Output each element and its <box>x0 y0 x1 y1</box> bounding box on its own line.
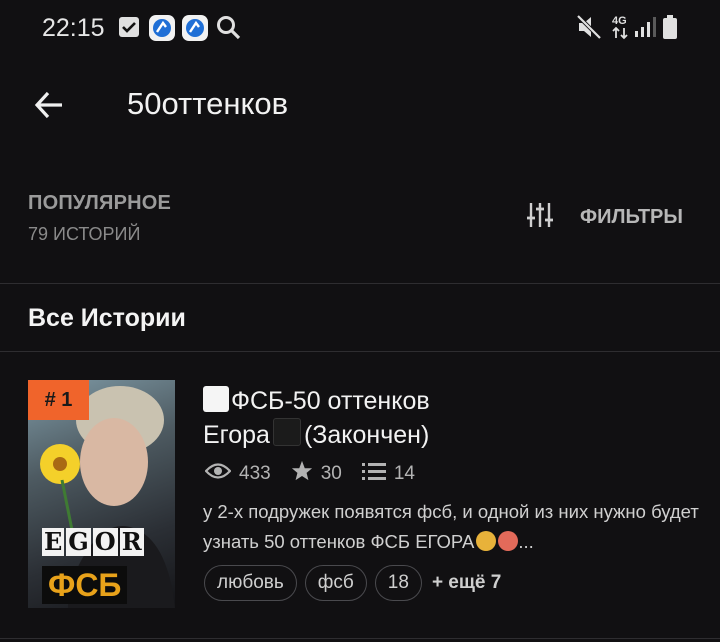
story-cover-image: # 1 E G O R ФСБ <box>28 380 175 608</box>
cover-letter: G <box>66 527 91 556</box>
search-query-title[interactable]: 50оттенков <box>127 86 288 122</box>
app-icon <box>181 14 209 47</box>
star-icon <box>291 460 321 488</box>
story-stats: 433 30 14 <box>204 460 435 488</box>
reads-stat: 433 <box>204 461 271 487</box>
flushed-emoji-icon <box>498 531 519 551</box>
rank-badge: # 1 <box>28 380 89 420</box>
story-title[interactable]: ФСБ-50 оттенков Егора (Закончен) <box>203 384 683 452</box>
story-title-text: (Закончен) <box>303 421 430 449</box>
app-icon <box>148 14 176 47</box>
sort-selector[interactable]: ПОПУЛЯРНОЕ 79 ИСТОРИЙ <box>28 192 171 245</box>
thinking-emoji-icon <box>476 531 497 551</box>
app-bar: 50оттенков <box>0 64 720 148</box>
tag-chip[interactable]: 18 <box>374 565 422 601</box>
story-description: у 2-х подружек появятся фсб, и одной из … <box>203 497 703 557</box>
svg-text:4G: 4G <box>612 15 627 27</box>
checkbox-notification-icon <box>118 16 140 43</box>
story-card[interactable]: # 1 E G O R ФСБ ФСБ-50 оттенков Егора (Зак… <box>0 352 720 632</box>
black-square-icon <box>272 418 301 446</box>
divider <box>0 283 720 284</box>
list-icon <box>361 461 394 487</box>
cover-letter: E <box>42 527 65 556</box>
story-title-text: ФСБ-50 оттенков <box>231 387 430 415</box>
cover-letter: O <box>92 527 118 556</box>
white-square-icon <box>203 386 229 412</box>
cover-title-letters: E G O R <box>42 528 144 556</box>
section-title: Все Истории <box>28 304 186 332</box>
filters-label: ФИЛЬТРЫ <box>580 205 683 228</box>
back-button[interactable] <box>22 80 76 134</box>
sort-label: ПОПУЛЯРНОЕ <box>28 192 172 214</box>
story-description-text: у 2-х подружек появятся фсб, и одной из … <box>203 501 699 552</box>
more-tags-link[interactable]: + ещё 7 <box>432 572 501 594</box>
tag-list: любовь фсб 18 + ещё 7 <box>204 565 501 601</box>
parts-stat: 14 <box>361 461 415 487</box>
parts-count: 14 <box>393 463 415 484</box>
sliders-icon <box>526 201 554 234</box>
status-time: 22:15 <box>42 14 105 42</box>
divider <box>0 638 720 639</box>
network-4g-icon: 4G <box>611 12 631 47</box>
signal-icon <box>634 16 656 43</box>
reads-count: 433 <box>239 463 271 484</box>
status-bar: 22:15 4G <box>0 0 720 56</box>
eye-icon <box>204 461 239 487</box>
cover-letter: R <box>119 527 144 556</box>
arrow-left-icon <box>34 90 64 125</box>
filters-button[interactable]: ФИЛЬТРЫ <box>526 200 683 234</box>
tag-chip[interactable]: любовь <box>204 565 297 601</box>
battery-icon <box>662 14 678 45</box>
cover-subtitle: ФСБ <box>42 566 128 604</box>
story-title-text: Егора <box>203 421 270 449</box>
search-icon <box>216 15 242 46</box>
story-count: 79 ИСТОРИЙ <box>28 224 141 244</box>
description-ellipsis: ... <box>518 531 534 552</box>
mute-icon <box>576 14 602 45</box>
votes-stat: 30 <box>291 460 342 488</box>
tag-chip[interactable]: фсб <box>304 565 367 601</box>
votes-count: 30 <box>320 463 342 484</box>
